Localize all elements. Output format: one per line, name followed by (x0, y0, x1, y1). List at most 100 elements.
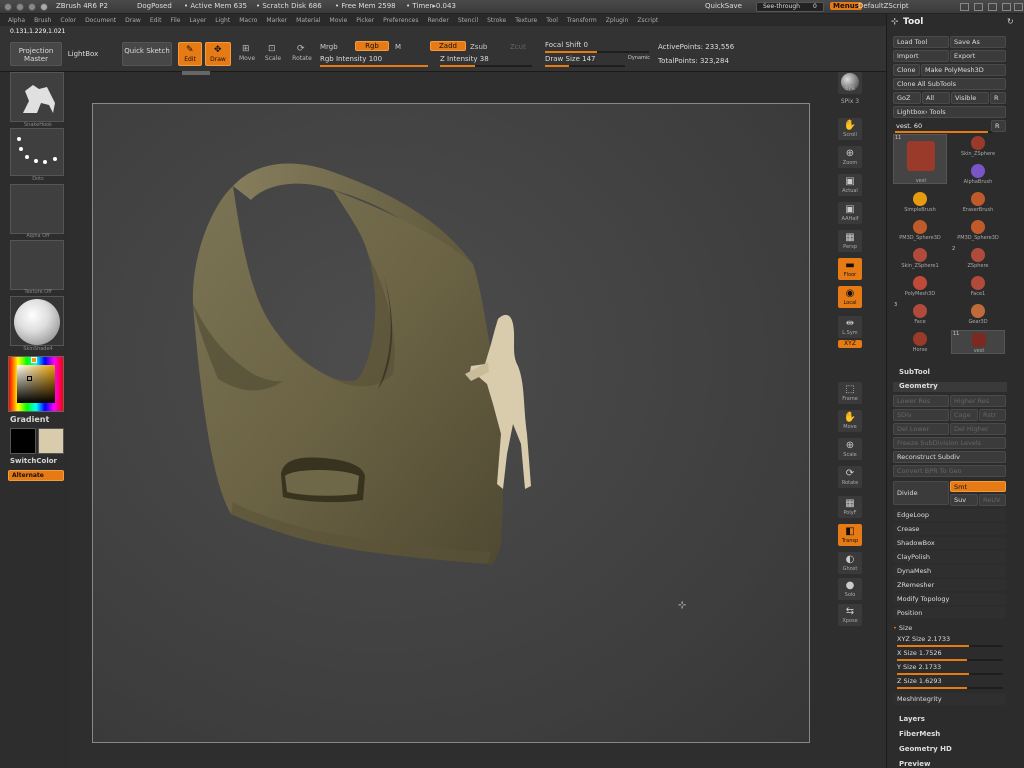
load-tool-button[interactable]: Load Tool (893, 36, 949, 48)
rgb-intensity-slider[interactable]: Rgb Intensity 100 (320, 55, 430, 67)
color-square[interactable] (17, 365, 55, 403)
rotate-button[interactable]: ⟳ Rotate (838, 466, 862, 488)
default-zscript-button[interactable]: DefaultZScript (858, 2, 909, 10)
draw-size-slider[interactable]: Draw Size 147 (545, 55, 625, 67)
frame-button[interactable]: ⬚ Frame (838, 382, 862, 404)
stroke-thumbnail[interactable] (10, 128, 64, 176)
lightbox-button[interactable]: LightBox (64, 42, 102, 66)
menu-tool[interactable]: Tool (546, 17, 558, 24)
rotate-mode-button[interactable]: ⟳ Rotate (290, 42, 314, 66)
reconstruct-subdiv-button[interactable]: Reconstruct Subdiv (893, 451, 1006, 463)
menu-movie[interactable]: Movie (330, 17, 348, 24)
menu-preferences[interactable]: Preferences (383, 17, 418, 24)
goz-visible-button[interactable]: Visible (951, 92, 989, 104)
higher-res-button[interactable]: Higher Res (950, 395, 1006, 407)
export-button[interactable]: Export (950, 50, 1006, 62)
spix-slider[interactable]: SPix 3 (836, 98, 864, 105)
brush-thumbnail[interactable] (10, 72, 64, 122)
menu-light[interactable]: Light (215, 17, 230, 24)
quicksave-button[interactable]: QuickSave (705, 2, 742, 10)
vest-model[interactable] (93, 104, 811, 744)
convert-bpr-button[interactable]: Convert BPR To Geo (893, 465, 1006, 477)
ghost-button[interactable]: ◐ Ghost (838, 552, 862, 574)
bpr-button[interactable]: BPR (838, 72, 862, 94)
layers-section[interactable]: Layers (899, 715, 925, 723)
y-size-slider[interactable]: Y Size 2.1733 (897, 663, 1003, 675)
reuv-button[interactable]: ReUV (979, 494, 1006, 506)
actual-button[interactable]: ▣ Actual (838, 174, 862, 196)
cage-button[interactable]: Cage (950, 409, 978, 421)
scale-mode-button[interactable]: ⊡ Scale (262, 42, 284, 66)
see-through-slider[interactable]: See-through 0 (756, 2, 824, 12)
suv-toggle[interactable]: Suv (950, 494, 978, 506)
rgb-button[interactable]: Rgb (355, 41, 389, 51)
alternate-button[interactable]: Alternate (8, 470, 64, 481)
tool-thumb-gear3d[interactable]: Gear3D (951, 302, 1005, 326)
modify-topology-section[interactable]: Modify Topology (893, 593, 1006, 605)
menu-transform[interactable]: Transform (567, 17, 597, 24)
tool-thumb-simplebrush[interactable]: SimpleBrush (893, 190, 947, 214)
fibermesh-section[interactable]: FiberMesh (899, 730, 940, 738)
tool-thumb-horse[interactable]: Horse (893, 330, 947, 354)
quick-sketch-button[interactable]: Quick Sketch (122, 42, 172, 66)
persp-button[interactable]: ▦ Persp (838, 230, 862, 252)
menu-texture[interactable]: Texture (515, 17, 537, 24)
polyf-button[interactable]: ▦ PolyF (838, 496, 862, 518)
zremesher-section[interactable]: ZRemesher (893, 579, 1006, 591)
menu-draw[interactable]: Draw (125, 17, 141, 24)
focal-shift-slider[interactable]: Focal Shift 0 (545, 41, 649, 53)
menu-stencil[interactable]: Stencil (458, 17, 478, 24)
lsym-button[interactable]: ⇹ L.Sym (838, 316, 862, 338)
crease-section[interactable]: Crease (893, 523, 1006, 535)
del-higher-button[interactable]: Del Higher (950, 423, 1006, 435)
tool-thumb-eraserbrush[interactable]: EraserBrush (951, 190, 1005, 214)
minimize-window-icon[interactable] (16, 3, 24, 11)
maximize-window-icon[interactable] (28, 3, 36, 11)
menu-macro[interactable]: Macro (239, 17, 257, 24)
close-window-icon[interactable] (4, 3, 12, 11)
move-mode-button[interactable]: ⊞ Move (236, 42, 258, 66)
rstr-button[interactable]: Rstr (979, 409, 1006, 421)
preview-section[interactable]: Preview (899, 760, 931, 768)
goz-all-button[interactable]: All (922, 92, 950, 104)
alpha-thumbnail[interactable] (10, 184, 64, 234)
gradient-button[interactable]: Gradient (10, 415, 49, 424)
aahalf-button[interactable]: ▣ AAHalf (838, 202, 862, 224)
palette-refresh-icon[interactable]: ↻ (1007, 17, 1014, 26)
menu-picker[interactable]: Picker (356, 17, 374, 24)
xyz-button[interactable]: XYZ (838, 340, 862, 348)
del-lower-button[interactable]: Del Lower (893, 423, 949, 435)
tool-thumb-skin_zsphere[interactable]: Skin_ZSphere (951, 134, 1005, 158)
menu-render[interactable]: Render (427, 17, 448, 24)
menu-material[interactable]: Material (296, 17, 320, 24)
main-color-swatch[interactable] (10, 428, 36, 454)
scale-button[interactable]: ⊕ Scale (838, 438, 862, 460)
projection-master-button[interactable]: Projection Master (10, 42, 62, 66)
dynamesh-section[interactable]: DynaMesh (893, 565, 1006, 577)
claypolish-section[interactable]: ClayPolish (893, 551, 1006, 563)
goz-r-button[interactable]: R (990, 92, 1006, 104)
layout2-icon[interactable] (974, 3, 983, 11)
freeze-subdiv-button[interactable]: Freeze SubDivision Levels (893, 437, 1006, 449)
lightbox-tools-button[interactable]: Lightbox› Tools (893, 106, 1006, 118)
tool-thumb-vest[interactable]: vest 11 (893, 134, 947, 184)
shelf-scroll-handle[interactable] (182, 71, 210, 75)
secondary-color-swatch[interactable] (38, 428, 64, 454)
lower-res-button[interactable]: Lower Res (893, 395, 949, 407)
menu-brush[interactable]: Brush (34, 17, 51, 24)
menu-stroke[interactable]: Stroke (487, 17, 506, 24)
layout-icon[interactable] (960, 3, 969, 11)
menu-edit[interactable]: Edit (150, 17, 162, 24)
zoom-button[interactable]: ⊕ Zoom (838, 146, 862, 168)
dynamic-button[interactable]: Dynamic (628, 55, 650, 61)
tool-palette-title[interactable]: Tool (903, 17, 923, 27)
tool-thumb-zsphere[interactable]: ZSphere 2 (951, 246, 1005, 270)
z-size-slider[interactable]: Z Size 1.6293 (897, 677, 1003, 689)
zsub-button[interactable]: Zsub (470, 43, 487, 51)
current-tool-r-button[interactable]: R (991, 120, 1006, 132)
mesh-integrity-section[interactable]: MeshIntegrity (893, 693, 1006, 705)
texture-thumbnail[interactable] (10, 240, 64, 290)
xyz-size-slider[interactable]: XYZ Size 2.1733 (897, 635, 1003, 647)
smt-toggle[interactable]: Smt (950, 481, 1006, 492)
window-max-icon[interactable] (1002, 3, 1011, 11)
